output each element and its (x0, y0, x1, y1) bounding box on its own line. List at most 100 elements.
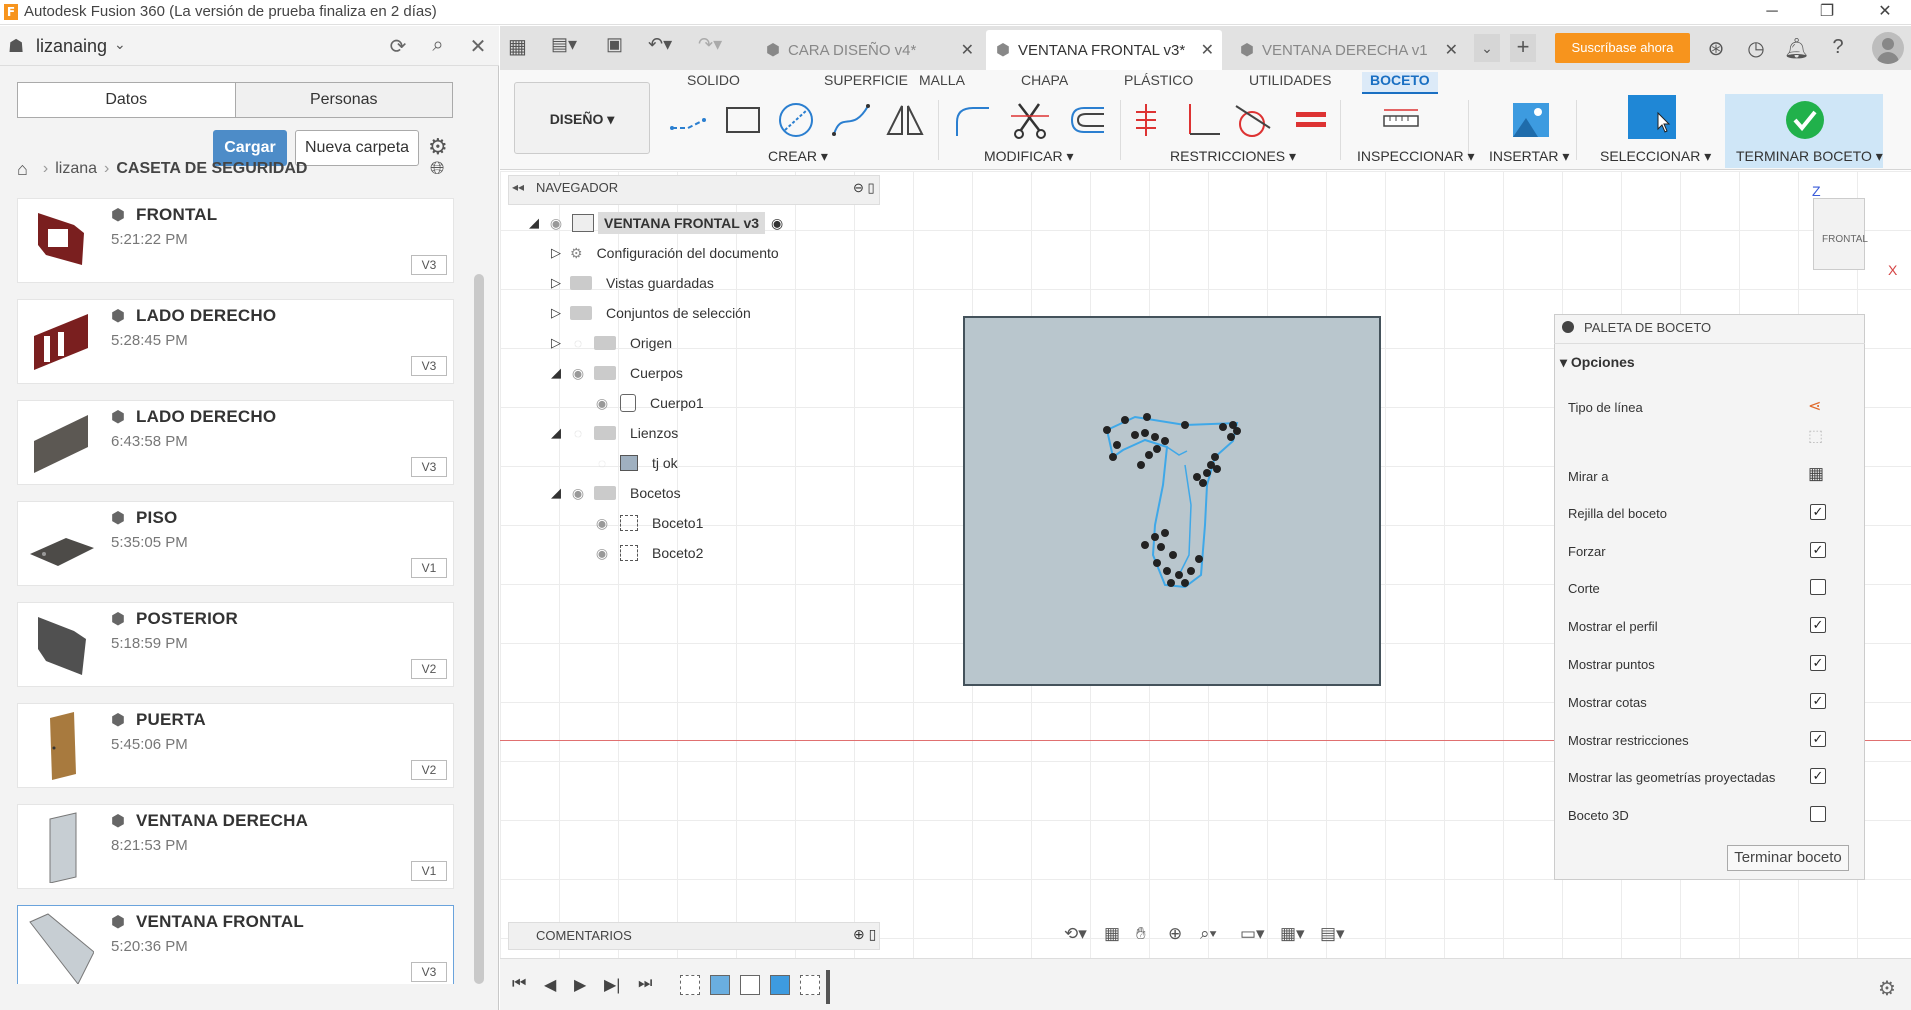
group-seleccionar[interactable]: SELECCIONAR ▾ (1600, 148, 1711, 165)
zoom-icon[interactable]: ⊕ (1168, 924, 1182, 944)
nav-item[interactable]: ▷ ◌ Origen (546, 330, 678, 356)
eye-icon[interactable]: ◉ (590, 515, 614, 532)
checkbox-show-constraints[interactable]: ✓ (1810, 731, 1826, 747)
group-crear[interactable]: CREAR ▾ (768, 148, 828, 165)
subscribe-button[interactable]: Suscríbase ahora (1555, 33, 1690, 63)
file-item[interactable]: ⬢ FRONTAL 5:21:22 PM V3 (17, 198, 454, 283)
hidden-eye-icon[interactable]: ◌ (566, 425, 590, 441)
display-settings-icon[interactable]: ▭▾ (1240, 924, 1265, 944)
file-item[interactable]: ⬢ LADO DERECHO 5:28:45 PM V3 (17, 299, 454, 384)
timeline-marker[interactable] (826, 970, 830, 1004)
file-item[interactable]: ⬢ VENTANA FRONTAL 5:20:36 PM V3 (17, 905, 454, 984)
group-restricciones[interactable]: RESTRICCIONES ▾ (1170, 148, 1296, 165)
trim-scissors-icon[interactable] (1009, 100, 1051, 140)
finish-checkmark-icon[interactable] (1785, 100, 1825, 140)
checkbox-sketch-grid[interactable]: ✓ (1810, 504, 1826, 520)
doc-tab-ventana-frontal[interactable]: ⬢ VENTANA FRONTAL v3* ✕ (986, 30, 1222, 70)
go-to-end-icon[interactable]: ⏭ (638, 975, 652, 993)
pan-hand-icon[interactable]: ✋︎ (1136, 924, 1146, 944)
gear-icon[interactable]: ⚙ (428, 134, 448, 160)
checkbox-show-dimensions[interactable]: ✓ (1810, 693, 1826, 709)
centerline-icon[interactable]: ⬚ (1808, 426, 1823, 446)
tab-overflow-chevron-icon[interactable]: ⌄ (1474, 34, 1500, 62)
collapse-triangle-icon[interactable]: ◢ (546, 365, 566, 381)
navigator-options-icon[interactable]: ⊖ ▯ (853, 180, 875, 196)
checkbox-slice[interactable] (1810, 579, 1826, 595)
equal-constraint-icon[interactable] (1290, 100, 1332, 140)
expand-triangle-icon[interactable]: ▷ (546, 335, 566, 351)
collapse-triangle-icon[interactable]: ◢ (546, 485, 566, 501)
hidden-eye-icon[interactable]: ◌ (566, 335, 590, 351)
help-icon[interactable]: ? (1826, 36, 1850, 59)
eye-icon[interactable]: ◉ (590, 545, 614, 562)
insert-image-icon[interactable] (1510, 100, 1552, 140)
file-item[interactable]: ⬢ POSTERIOR 5:18:59 PM V2 (17, 602, 454, 687)
timeline-settings-gear-icon[interactable]: ⚙ (1878, 976, 1896, 1001)
group-terminar-boceto[interactable]: TERMINAR BOCETO ▾ (1736, 148, 1883, 165)
timeline-sketch-feature-icon[interactable] (680, 975, 700, 995)
nav-item[interactable]: ◢ ◉ Cuerpos (546, 360, 689, 386)
step-back-icon[interactable]: ◀ (544, 975, 556, 995)
version-badge[interactable]: V3 (411, 356, 447, 376)
timeline-body-feature-icon[interactable] (710, 975, 730, 995)
version-badge[interactable]: V3 (411, 255, 447, 275)
file-item[interactable]: ⬢ PUERTA 5:45:06 PM V2 (17, 703, 454, 788)
version-badge[interactable]: V2 (411, 760, 447, 780)
fit-zoom-icon[interactable]: ⌕▾ (1200, 924, 1217, 944)
checkbox-snap[interactable]: ✓ (1810, 542, 1826, 558)
nav-item[interactable]: ◉ Boceto1 (590, 510, 709, 536)
close-tab-icon[interactable]: ✕ (961, 40, 974, 60)
play-icon[interactable]: ▶ (574, 975, 586, 995)
tab-personas[interactable]: Personas (235, 83, 452, 117)
nav-item[interactable]: ◉ Cuerpo1 (590, 390, 710, 416)
version-badge[interactable]: V1 (411, 558, 447, 578)
go-to-start-icon[interactable]: ⏮ (512, 975, 526, 993)
nav-item[interactable]: ◢ ◉ Bocetos (546, 480, 687, 506)
app-grid-icon[interactable]: ▦ (508, 34, 527, 59)
group-insertar[interactable]: INSERTAR ▾ (1489, 148, 1569, 165)
version-badge[interactable]: V3 (411, 962, 447, 982)
breadcrumb-user[interactable]: lizana (55, 160, 97, 178)
nav-item[interactable]: ▷ ⚙ Configuración del documento (546, 240, 785, 266)
new-tab-button[interactable]: + (1510, 34, 1536, 62)
sketch-profile[interactable] (1095, 405, 1255, 595)
search-icon[interactable]: ⌕ (426, 34, 450, 57)
extensions-icon[interactable]: ⊛ (1704, 36, 1728, 61)
tab-boceto[interactable]: BOCETO (1362, 72, 1438, 94)
perpendicular-constraint-icon[interactable] (1180, 100, 1222, 140)
close-window-button[interactable]: ✕ (1860, 0, 1910, 25)
tab-chapa[interactable]: CHAPA (1013, 72, 1076, 94)
workspace-switcher[interactable]: DISEÑO ▾ (514, 82, 650, 154)
nav-item[interactable]: ▷ Conjuntos de selección (546, 300, 757, 326)
hidden-eye-icon[interactable]: ◌ (590, 455, 614, 471)
checkbox-show-projected-geometry[interactable]: ✓ (1810, 768, 1826, 784)
expand-triangle-icon[interactable]: ▷ (546, 245, 566, 261)
tab-plastico[interactable]: PLÁSTICO (1116, 72, 1201, 94)
checkbox-3d-sketch[interactable] (1810, 806, 1826, 822)
notifications-bell-icon[interactable]: 🔔︎ (1784, 36, 1809, 61)
circle-tool-icon[interactable] (775, 100, 817, 140)
options-section-header[interactable]: ▾ Opciones (1560, 354, 1635, 371)
version-badge[interactable]: V2 (411, 659, 447, 679)
nav-item[interactable]: ▷ Vistas guardadas (546, 270, 720, 296)
tab-malla[interactable]: MALLA (911, 72, 973, 94)
version-badge[interactable]: V3 (411, 457, 447, 477)
globe-icon[interactable]: 🌐︎ (430, 158, 444, 179)
close-tab-icon[interactable]: ✕ (1201, 40, 1214, 60)
chevron-down-icon[interactable]: ⌄ (114, 36, 126, 53)
file-list-scrollbar[interactable] (474, 274, 484, 984)
undo-icon[interactable]: ↶▾ (648, 34, 672, 55)
mirror-tool-icon[interactable] (884, 100, 926, 140)
doc-tab-cara-diseno[interactable]: ⬢ CARA DISEÑO v4* ✕ (756, 30, 982, 70)
job-status-icon[interactable]: ◷ (1744, 36, 1768, 61)
file-item[interactable]: ⬢ LADO DERECHO 6:43:58 PM V3 (17, 400, 454, 485)
home-icon[interactable]: ⌂ (17, 159, 28, 180)
activate-radio-icon[interactable]: ◉ (771, 215, 783, 232)
step-forward-icon[interactable]: ▶| (604, 975, 620, 995)
expand-triangle-icon[interactable]: ▷ (546, 275, 566, 291)
select-tool-icon[interactable] (1628, 95, 1676, 139)
rectangle-tool-icon[interactable] (722, 100, 764, 140)
expand-triangle-icon[interactable]: ▷ (546, 305, 566, 321)
coincident-constraint-icon[interactable] (1130, 100, 1172, 140)
grid-settings-icon[interactable]: ▦▾ (1280, 924, 1305, 944)
